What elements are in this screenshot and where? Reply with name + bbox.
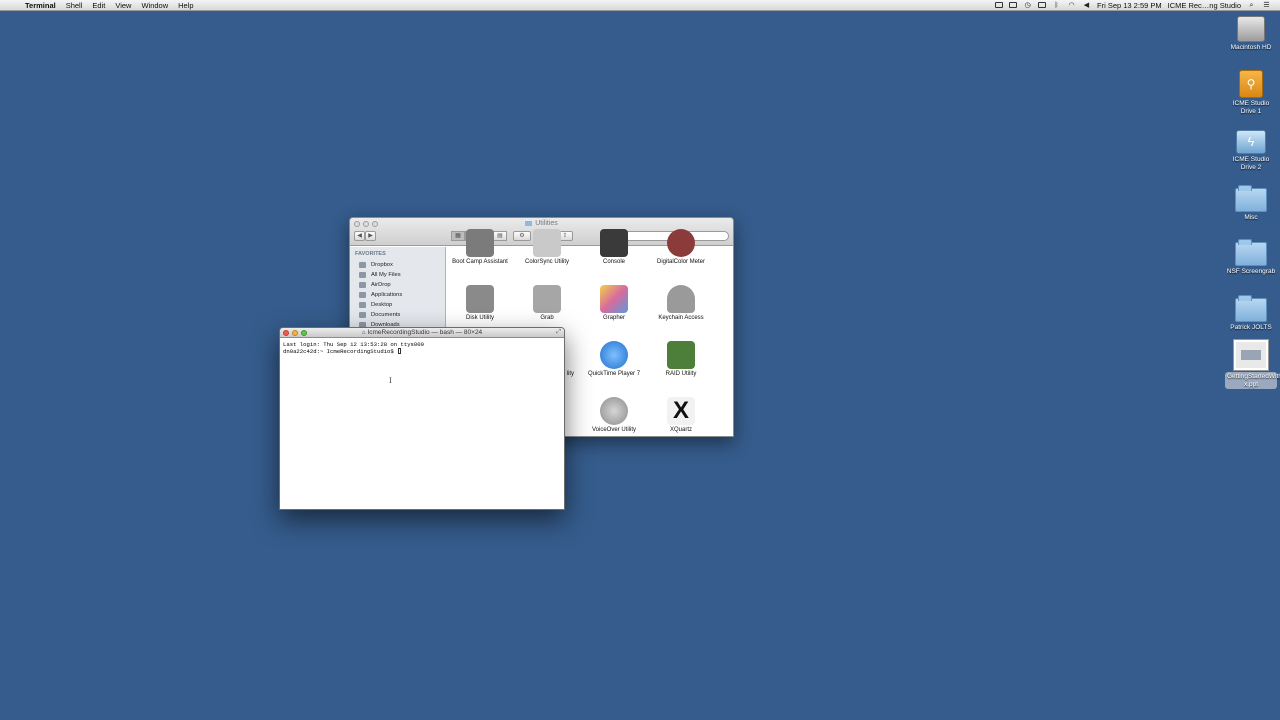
terminal-titlebar[interactable]: ⌂ IcmeRecordingStudio — bash — 80×24 ⤢	[280, 328, 564, 338]
desktop-icon-ppt-file[interactable]: GettingStartedWith…x.ppt	[1225, 340, 1280, 389]
search-icon[interactable]: ⌕	[1247, 2, 1256, 9]
raid-utility-icon	[667, 341, 695, 369]
menu-app-terminal[interactable]: Terminal	[22, 0, 61, 11]
menu-shell[interactable]: Shell	[61, 0, 88, 11]
menu-window[interactable]: Window	[136, 0, 173, 11]
app-console[interactable]: Console	[581, 229, 647, 267]
app-boot-camp-assistant[interactable]: Boot Camp Assistant	[447, 229, 513, 267]
timer-icon[interactable]	[1038, 2, 1046, 8]
wifi-icon[interactable]: ◠	[1067, 2, 1076, 9]
documents-icon	[359, 312, 366, 318]
voiceover-icon	[600, 397, 628, 425]
folder-icon	[1235, 295, 1267, 322]
folder-icon	[1235, 239, 1267, 266]
app-disk-utility[interactable]: Disk Utility	[447, 285, 513, 323]
terminal-prompt-line: dn0a22c42d:~ IcmeRecordingStudio$	[283, 348, 561, 355]
folder-icon	[1235, 185, 1267, 212]
app-colorsync-utility[interactable]: ColorSync Utility	[514, 229, 580, 267]
menu-clock[interactable]: Fri Sep 13 2:59 PM	[1094, 1, 1165, 10]
terminal-title: ⌂ IcmeRecordingStudio — bash — 80×24	[361, 329, 483, 336]
usb-drive-icon: ⚲	[1239, 70, 1263, 98]
display-icon[interactable]	[1009, 2, 1017, 8]
quicktime-icon	[600, 341, 628, 369]
menu-user[interactable]: ICME Rec…ng Studio	[1165, 1, 1244, 10]
sidebar-item-desktop[interactable]: Desktop	[350, 300, 445, 310]
sidebar-heading-favorites: FAVORITES	[355, 251, 386, 257]
disk-utility-icon	[466, 285, 494, 313]
hard-drive-icon	[1237, 16, 1265, 42]
nav-buttons: ◀ ▶	[354, 231, 376, 241]
dropbox-icon	[359, 262, 366, 268]
menu-help[interactable]: Help	[173, 0, 198, 11]
volume-icon[interactable]: ◀	[1082, 2, 1091, 9]
terminal-prompt: dn0a22c42d:~ IcmeRecordingStudio$	[283, 348, 398, 355]
dropbox-icon[interactable]	[995, 2, 1003, 8]
app-grab[interactable]: Grab	[514, 285, 580, 323]
app-quicktime-player-7[interactable]: QuickTime Player 7	[581, 341, 647, 379]
console-icon	[600, 229, 628, 257]
boot-camp-icon	[466, 229, 494, 257]
time-machine-icon[interactable]: ◷	[1023, 2, 1032, 9]
desktop-icon-patrick-jolts[interactable]: Patrick JOLTS	[1225, 295, 1277, 332]
colorsync-icon	[533, 229, 561, 257]
menu-extras: ◷ ᛒ ◠ ◀ Fri Sep 13 2:59 PM ICME Rec…ng S…	[992, 0, 1280, 11]
finder-title: Utilities	[350, 220, 733, 227]
terminal-last-login: Last login: Thu Sep 12 13:53:28 on ttys0…	[283, 341, 424, 348]
desktop-icon-nsf-screengrab[interactable]: NSF Screengrab	[1225, 239, 1277, 276]
sidebar-item-applications[interactable]: Applications	[350, 290, 445, 300]
airdrop-icon	[359, 282, 366, 288]
app-digitalcolor-meter[interactable]: DigitalColor Meter	[648, 229, 714, 267]
ppt-file-icon	[1234, 340, 1268, 370]
forward-button[interactable]: ▶	[365, 231, 376, 241]
fullscreen-icon[interactable]: ⤢	[556, 329, 561, 336]
grab-icon	[533, 285, 561, 313]
terminal-window[interactable]: ⌂ IcmeRecordingStudio — bash — 80×24 ⤢ La…	[279, 327, 565, 510]
app-grapher[interactable]: Grapher	[581, 285, 647, 323]
sidebar-item-all-my-files[interactable]: All My Files	[350, 270, 445, 280]
bluetooth-icon[interactable]: ᛒ	[1052, 2, 1061, 9]
all-files-icon	[359, 272, 366, 278]
desktop-icon-macintosh-hd[interactable]: Macintosh HD	[1225, 16, 1277, 52]
grapher-icon	[600, 285, 628, 313]
home-icon: ⌂	[361, 330, 366, 336]
menu-view[interactable]: View	[110, 0, 136, 11]
desktop-icon	[359, 302, 366, 308]
thunderbolt-drive-icon: ϟ	[1236, 130, 1266, 154]
menu-edit[interactable]: Edit	[87, 0, 110, 11]
app-voiceover-utility[interactable]: VoiceOver Utility	[581, 397, 647, 435]
sidebar-item-dropbox[interactable]: Dropbox	[350, 260, 445, 270]
text-cursor	[398, 348, 402, 354]
desktop-icon-icme-drive-2[interactable]: ϟ ICME Studio Drive 2	[1225, 130, 1277, 171]
desktop-icon-icme-drive-1[interactable]: ⚲ ICME Studio Drive 1	[1225, 70, 1277, 115]
folder-icon	[525, 221, 533, 226]
app-raid-utility[interactable]: RAID Utility	[648, 341, 714, 379]
app-keychain-access[interactable]: Keychain Access	[648, 285, 714, 323]
app-xquartz[interactable]: X XQuartz	[648, 397, 714, 435]
desktop-icon-misc[interactable]: Misc	[1225, 185, 1277, 222]
xquartz-icon: X	[667, 397, 695, 425]
menu-bar: Terminal Shell Edit View Window Help ◷ ᛒ…	[0, 0, 1280, 11]
digitalcolor-meter-icon	[667, 229, 695, 257]
sidebar-item-documents[interactable]: Documents	[350, 310, 445, 320]
back-button[interactable]: ◀	[354, 231, 365, 241]
ibeam-cursor-icon: I	[389, 377, 392, 385]
keychain-icon	[667, 285, 695, 313]
sidebar-item-airdrop[interactable]: AirDrop	[350, 280, 445, 290]
notification-center-icon[interactable]: ☰	[1262, 2, 1271, 9]
terminal-output[interactable]: Last login: Thu Sep 12 13:53:28 on ttys0…	[280, 338, 564, 358]
applications-icon	[359, 292, 366, 298]
